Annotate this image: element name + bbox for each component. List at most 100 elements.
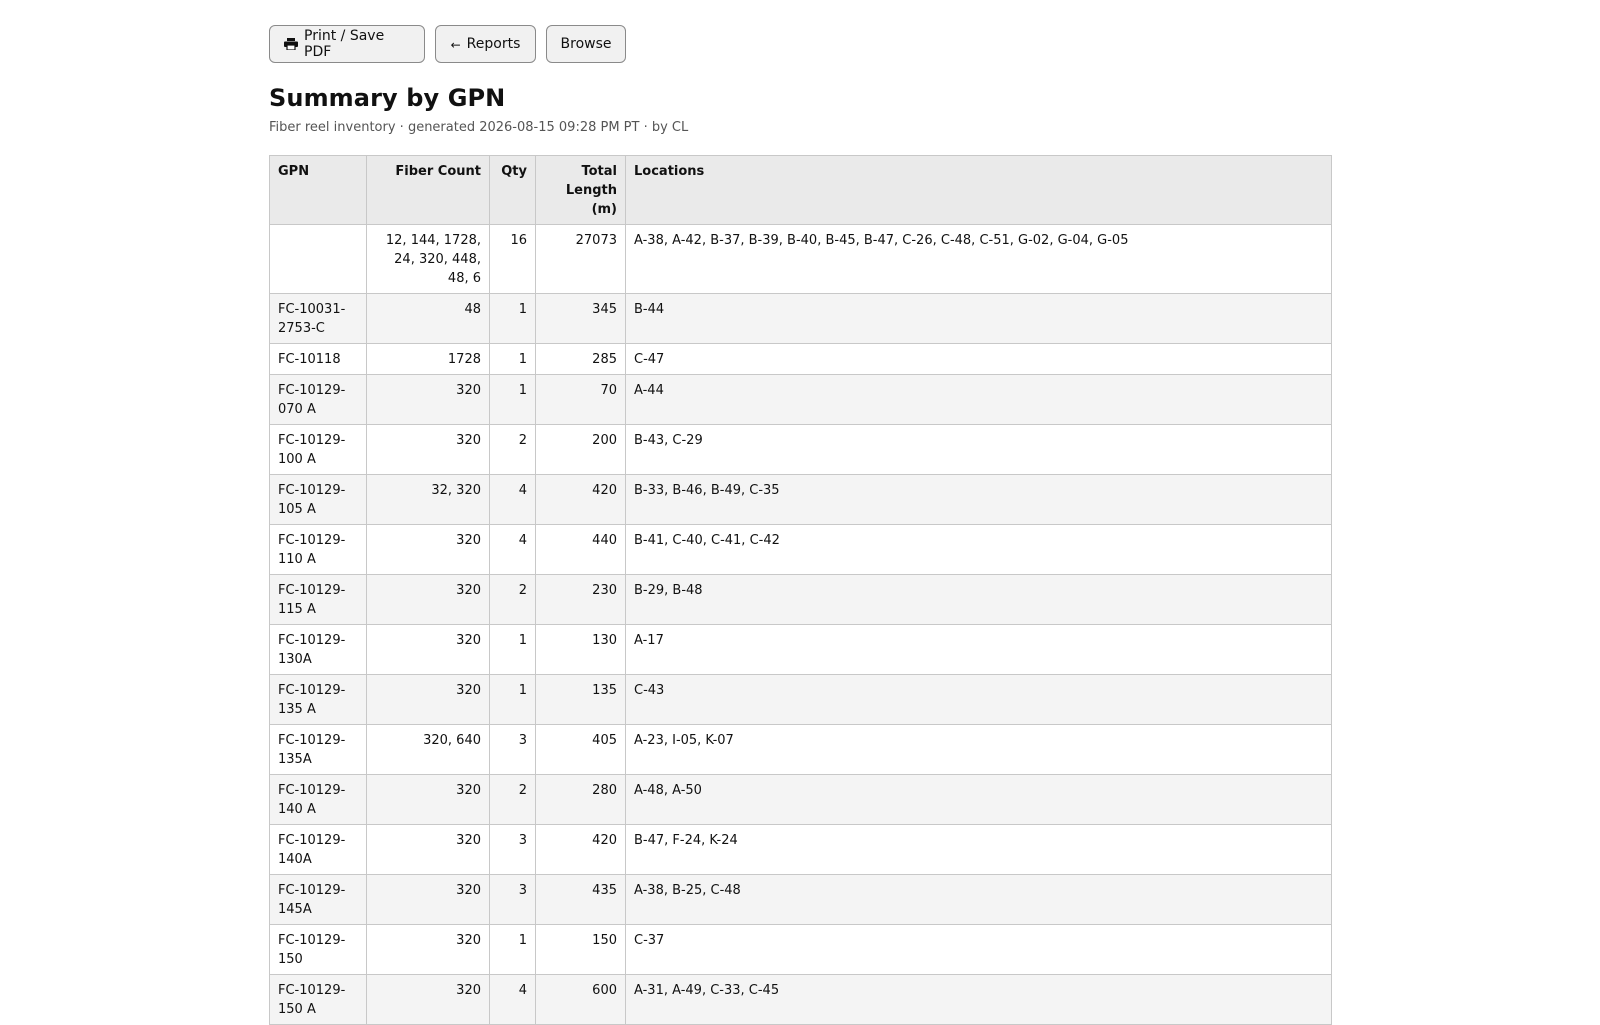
cell-total-length: 420 <box>535 474 626 525</box>
table-row: FC-10129-100 A 320 2 200 B-43, C-29 <box>269 424 1332 475</box>
header-qty: Qty <box>489 155 536 225</box>
cell-gpn: FC-10129-110 A <box>269 524 367 575</box>
page-title: Summary by GPN <box>269 84 506 112</box>
cell-gpn: FC-10129-140A <box>269 824 367 875</box>
print-save-pdf-button[interactable]: Print / Save PDF <box>269 25 425 63</box>
cell-gpn: FC-10129-140 A <box>269 774 367 825</box>
cell-gpn <box>269 224 367 294</box>
header-gpn: GPN <box>269 155 367 225</box>
header-fiber-count: Fiber Count <box>366 155 490 225</box>
cell-fiber-count: 320 <box>366 374 490 425</box>
cell-qty: 16 <box>489 224 536 294</box>
cell-total-length: 440 <box>535 524 626 575</box>
cell-total-length: 135 <box>535 674 626 725</box>
cell-total-length: 420 <box>535 824 626 875</box>
table-row: FC-10129-130A 320 1 130 A-17 <box>269 624 1332 675</box>
cell-total-length: 285 <box>535 343 626 375</box>
table-row: FC-10129-135A 320, 640 3 405 A-23, I-05, K-0… <box>269 724 1332 775</box>
cell-total-length: 435 <box>535 874 626 925</box>
cell-locations: B-47, F-24, K-24 <box>625 824 1332 875</box>
cell-total-length: 70 <box>535 374 626 425</box>
printer-icon <box>284 38 298 50</box>
cell-qty: 1 <box>489 624 536 675</box>
cell-gpn: FC-10129-145A <box>269 874 367 925</box>
header-locations: Locations <box>625 155 1332 225</box>
cell-qty: 4 <box>489 474 536 525</box>
cell-total-length: 280 <box>535 774 626 825</box>
cell-locations: B-43, C-29 <box>625 424 1332 475</box>
cell-locations: B-41, C-40, C-41, C-42 <box>625 524 1332 575</box>
cell-locations: A-48, A-50 <box>625 774 1332 825</box>
cell-fiber-count: 32, 320 <box>366 474 490 525</box>
cell-locations: A-44 <box>625 374 1332 425</box>
table-row: FC-10129-110 A 320 4 440 B-41, C-40, C-41, C… <box>269 524 1332 575</box>
cell-fiber-count: 320 <box>366 924 490 975</box>
cell-fiber-count: 320 <box>366 424 490 475</box>
cell-locations: A-23, I-05, K-07 <box>625 724 1332 775</box>
cell-gpn: FC-10118 <box>269 343 367 375</box>
cell-locations: B-33, B-46, B-49, C-35 <box>625 474 1332 525</box>
table-row: FC-10129-135 A 320 1 135 C-43 <box>269 674 1332 725</box>
browse-label: Browse <box>560 36 612 52</box>
cell-qty: 3 <box>489 874 536 925</box>
cell-gpn: FC-10129-070 A <box>269 374 367 425</box>
cell-locations: C-43 <box>625 674 1332 725</box>
cell-fiber-count: 320 <box>366 624 490 675</box>
cell-qty: 1 <box>489 343 536 375</box>
cell-fiber-count: 320 <box>366 574 490 625</box>
table-row: FC-10129-105 A 32, 320 4 420 B-33, B-46, B-4… <box>269 474 1332 525</box>
report-meta: Fiber reel inventory · generated 2026-08… <box>269 120 689 135</box>
cell-qty: 3 <box>489 824 536 875</box>
cell-fiber-count: 320 <box>366 824 490 875</box>
table-row: FC-10129-140A 320 3 420 B-47, F-24, K-24 <box>269 824 1332 875</box>
cell-locations: B-29, B-48 <box>625 574 1332 625</box>
cell-gpn: FC-10129-150 <box>269 924 367 975</box>
cell-fiber-count: 48 <box>366 293 490 344</box>
table-header-row: GPN Fiber Count Qty Total Length (m) Loc… <box>269 155 1332 225</box>
cell-qty: 1 <box>489 374 536 425</box>
cell-qty: 3 <box>489 724 536 775</box>
print-save-pdf-label: Print / Save PDF <box>304 28 385 60</box>
toolbar: Print / Save PDF ← Reports Browse <box>269 25 626 63</box>
table-row: FC-10129-115 A 320 2 230 B-29, B-48 <box>269 574 1332 625</box>
cell-locations: A-17 <box>625 624 1332 675</box>
cell-gpn: FC-10129-130A <box>269 624 367 675</box>
cell-fiber-count: 12, 144, 1728, 24, 320, 448, 48, 6 <box>366 224 490 294</box>
cell-total-length: 345 <box>535 293 626 344</box>
cell-gpn: FC-10129-115 A <box>269 574 367 625</box>
cell-locations: B-44 <box>625 293 1332 344</box>
cell-qty: 1 <box>489 924 536 975</box>
table-row: FC-10129-150 320 1 150 C-37 <box>269 924 1332 975</box>
cell-qty: 1 <box>489 293 536 344</box>
left-arrow-icon: ← <box>450 38 461 52</box>
reports-button[interactable]: ← Reports <box>435 25 536 63</box>
cell-qty: 2 <box>489 574 536 625</box>
cell-qty: 2 <box>489 424 536 475</box>
table-row: FC-10031-2753-C 48 1 345 B-44 <box>269 293 1332 344</box>
cell-locations: A-38, B-25, C-48 <box>625 874 1332 925</box>
cell-gpn: FC-10129-135 A <box>269 674 367 725</box>
table-row: FC-10129-070 A 320 1 70 A-44 <box>269 374 1332 425</box>
cell-fiber-count: 320 <box>366 524 490 575</box>
cell-qty: 2 <box>489 774 536 825</box>
table-row: FC-10129-145A 320 3 435 A-38, B-25, C-48 <box>269 874 1332 925</box>
browse-button[interactable]: Browse <box>546 25 626 63</box>
cell-total-length: 27073 <box>535 224 626 294</box>
cell-fiber-count: 320, 640 <box>366 724 490 775</box>
cell-fiber-count: 320 <box>366 674 490 725</box>
cell-fiber-count: 1728 <box>366 343 490 375</box>
cell-fiber-count: 320 <box>366 774 490 825</box>
cell-qty: 4 <box>489 524 536 575</box>
header-total-length: Total Length (m) <box>535 155 626 225</box>
cell-locations: C-37 <box>625 924 1332 975</box>
cell-gpn: FC-10031-2753-C <box>269 293 367 344</box>
cell-locations: C-47 <box>625 343 1332 375</box>
cell-gpn: FC-10129-100 A <box>269 424 367 475</box>
cell-total-length: 150 <box>535 924 626 975</box>
cell-locations: A-38, A-42, B-37, B-39, B-40, B-45, B-47… <box>625 224 1332 294</box>
table-row: FC-10129-140 A 320 2 280 A-48, A-50 <box>269 774 1332 825</box>
cell-total-length: 230 <box>535 574 626 625</box>
summary-table: GPN Fiber Count Qty Total Length (m) Loc… <box>269 155 1332 1025</box>
cell-fiber-count: 320 <box>366 874 490 925</box>
cell-total-length: 130 <box>535 624 626 675</box>
